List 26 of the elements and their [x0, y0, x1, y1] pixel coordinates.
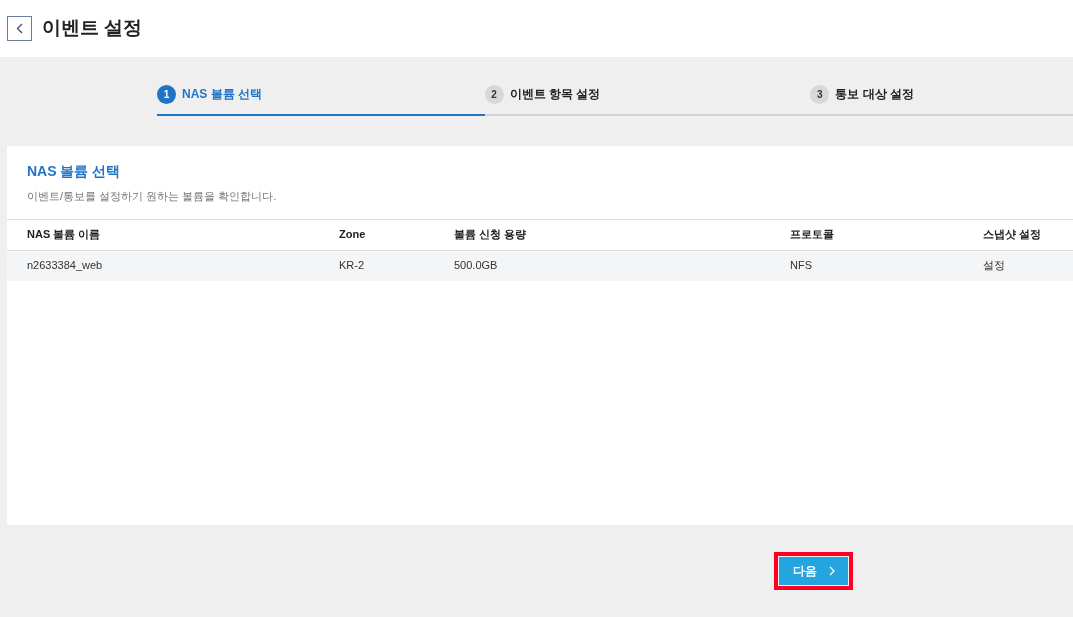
table-cell-text: 설정: [983, 258, 1006, 274]
step-number: 3: [810, 85, 830, 104]
step-number: 1: [157, 85, 176, 104]
panel-description: 이벤트/통보를 설정하기 원하는 볼륨을 확인합니다.: [27, 189, 278, 204]
panel-title: NAS 볼륨 선택: [27, 162, 122, 181]
step-number: 2: [484, 85, 504, 104]
table-cell-text: n2633384_web: [27, 258, 104, 274]
table-cell-text: KR-2: [339, 258, 366, 274]
step-tab[interactable]: 3 통보 대상 설정: [810, 85, 1073, 116]
back-button[interactable]: [7, 16, 32, 41]
column-header: 스냅샷 설정: [983, 227, 1043, 243]
step-label: 이벤트 항목 설정: [509, 86, 601, 103]
step-label: 통보 대상 설정: [835, 86, 914, 103]
column-header: NAS 볼륨 이름: [27, 227, 102, 243]
table-cell-text: 500.0GB: [454, 258, 499, 274]
chevron-right-icon: [828, 566, 835, 576]
column-header: 프로토콜: [790, 227, 835, 243]
column-header: 볼륨 신청 용량: [454, 227, 528, 243]
step-label: NAS 볼륨 선택: [182, 86, 262, 103]
page-title: 이벤트 설정: [42, 16, 143, 41]
column-header: Zone: [339, 227, 367, 243]
table-cell-text: NFS: [790, 258, 813, 274]
step-tab[interactable]: 2 이벤트 항목 설정: [484, 85, 811, 116]
chevron-left-icon: [16, 23, 23, 34]
table-row[interactable]: n2633384_web KR-2 500.0GB NFS 설정: [7, 250, 1073, 281]
step-tab[interactable]: 1 NAS 볼륨 선택: [157, 85, 485, 116]
